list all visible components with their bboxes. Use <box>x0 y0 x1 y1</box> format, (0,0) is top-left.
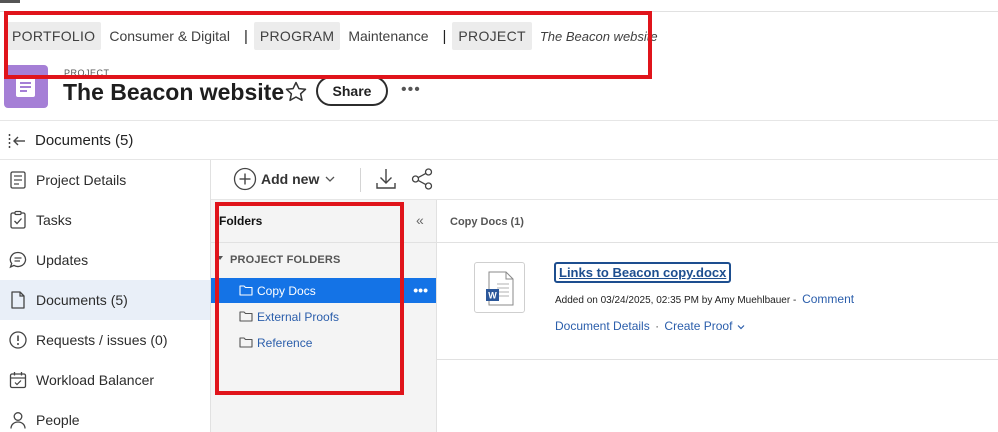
plus-circle-icon <box>233 167 257 191</box>
folder-item-copy-docs[interactable]: Copy Docs ••• <box>211 278 436 303</box>
star-icon[interactable] <box>284 80 308 104</box>
project-icon <box>4 65 48 108</box>
sidebar-item-workload-balancer[interactable]: Workload Balancer <box>0 360 210 400</box>
document-meta: Added on 03/24/2025, 02:35 PM by Amy Mue… <box>555 292 854 306</box>
page-title: The Beacon website <box>63 79 285 105</box>
sidebar-item-label: People <box>36 412 80 428</box>
project-folders-group[interactable]: PROJECT FOLDERS <box>230 254 341 266</box>
document-added-info: Added on 03/24/2025, 02:35 PM by Amy Mue… <box>555 295 797 306</box>
clipboard-icon <box>10 210 26 229</box>
share-button[interactable]: Share <box>316 76 388 106</box>
folder-item-external-proofs[interactable]: External Proofs <box>211 304 436 329</box>
folder-icon <box>239 337 253 348</box>
documents-toolbar: Add new <box>211 160 998 200</box>
folder-label: Copy Docs <box>257 283 316 298</box>
alert-icon <box>9 331 27 349</box>
folders-title: Folders <box>219 214 263 228</box>
document-details-link[interactable]: Document Details <box>555 319 650 333</box>
sidebar-item-documents[interactable]: Documents (5) <box>0 280 210 320</box>
file-icon <box>11 291 25 309</box>
folder-panel: Folders « PROJECT FOLDERS Copy Docs ••• … <box>211 200 437 432</box>
download-icon[interactable] <box>375 167 397 191</box>
sidebar-item-label: Updates <box>36 252 89 268</box>
comment-link[interactable]: Comment <box>802 292 854 306</box>
person-icon <box>10 412 26 429</box>
content-header: Copy Docs (1) <box>437 200 998 243</box>
breadcrumb: PORTFOLIO Consumer & Digital | PROGRAM M… <box>6 18 666 54</box>
chevron-down-icon <box>325 176 335 182</box>
sidebar-item-label: Project Details <box>36 172 127 188</box>
more-options-icon[interactable]: ••• <box>401 81 421 99</box>
word-file-icon: W <box>486 271 514 306</box>
folder-label: Reference <box>257 335 313 350</box>
sidebar-item-people[interactable]: People <box>0 400 210 432</box>
portfolio-tag: PORTFOLIO <box>6 22 102 50</box>
folder-icon <box>239 285 253 296</box>
folder-item-reference[interactable]: Reference <box>211 330 436 355</box>
folder-contents-title: Copy Docs (1) <box>450 216 524 228</box>
sidebar-item-requests[interactable]: Requests / issues (0) <box>0 320 210 360</box>
document-actions: Document Details · Create Proof <box>555 319 746 333</box>
collapse-panel-icon[interactable]: « <box>416 212 424 228</box>
document-icon <box>10 171 26 189</box>
sidebar: Project Details Tasks Updates Documents … <box>0 160 211 432</box>
caret-down-icon[interactable] <box>217 256 223 260</box>
sidebar-item-label: Workload Balancer <box>36 372 155 388</box>
folder-label: External Proofs <box>257 309 340 324</box>
project-link: The Beacon website <box>539 28 658 44</box>
create-proof-link[interactable]: Create Proof <box>664 319 732 333</box>
document-thumbnail[interactable]: W <box>474 262 525 313</box>
folder-icon <box>239 311 253 322</box>
menu-stub <box>0 0 20 3</box>
sidebar-item-tasks[interactable]: Tasks <box>0 200 210 240</box>
action-separator: · <box>655 319 660 333</box>
program-link[interactable]: Maintenance <box>340 28 436 44</box>
project-tag: PROJECT <box>452 22 532 50</box>
breadcrumb-separator: | <box>243 27 248 45</box>
folder-more-icon[interactable]: ••• <box>413 282 428 298</box>
share-network-icon[interactable] <box>410 167 434 191</box>
top-bar <box>0 0 998 12</box>
chat-icon <box>9 251 27 269</box>
portfolio-link[interactable]: Consumer & Digital <box>101 28 238 44</box>
add-new-button[interactable]: Add new <box>233 166 341 192</box>
section-header: Documents (5) <box>0 120 998 160</box>
sidebar-item-project-details[interactable]: Project Details <box>0 160 210 200</box>
sidebar-item-updates[interactable]: Updates <box>0 240 210 280</box>
document-name-link[interactable]: Links to Beacon copy.docx <box>554 262 732 283</box>
section-title: Documents (5) <box>35 132 134 149</box>
calendar-icon <box>9 372 27 389</box>
folder-panel-header: Folders « <box>211 200 437 243</box>
add-new-label: Add new <box>261 171 320 187</box>
project-type-label: PROJECT <box>64 68 110 78</box>
sidebar-item-label: Documents (5) <box>36 292 128 308</box>
sidebar-item-label: Requests / issues (0) <box>36 332 168 348</box>
breadcrumb-separator: | <box>442 27 447 45</box>
program-tag: PROGRAM <box>253 22 341 50</box>
chevron-down-icon[interactable] <box>736 322 746 332</box>
toolbar-divider <box>360 168 361 192</box>
content-divider <box>437 359 998 360</box>
collapse-sidebar-icon[interactable] <box>8 133 26 149</box>
sidebar-item-label: Tasks <box>36 212 72 228</box>
svg-text:W: W <box>488 291 497 301</box>
